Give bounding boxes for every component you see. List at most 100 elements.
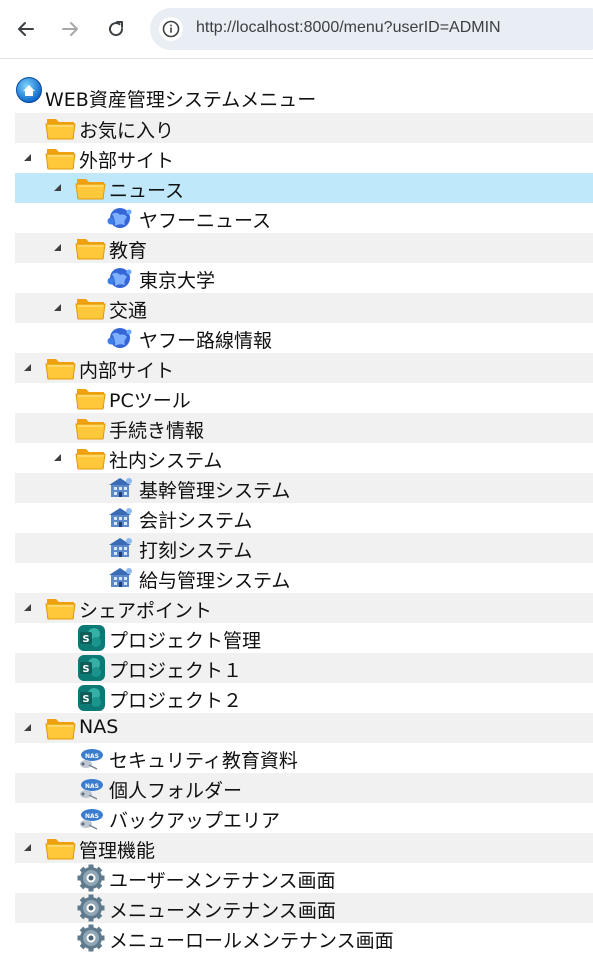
tree-item-label: ヤフー路線情報 xyxy=(139,330,273,352)
tree-item-label: プロジェクト２ xyxy=(109,690,243,712)
svg-text:NAS: NAS xyxy=(85,783,99,790)
folder-icon xyxy=(45,835,76,861)
tree-item[interactable]: ヤフーニュース xyxy=(15,203,593,233)
expand-toggle-icon[interactable] xyxy=(54,304,61,311)
tree-item-label: 手続き情報 xyxy=(109,420,205,442)
tree-item[interactable]: 給与管理システム xyxy=(15,563,593,593)
tree-item[interactable]: お気に入り xyxy=(15,113,593,143)
tree-item[interactable]: S プロジェクト１ xyxy=(15,653,593,683)
tree-item[interactable]: シェアポイント xyxy=(15,593,593,623)
expand-toggle-icon[interactable] xyxy=(54,244,61,251)
folder-icon xyxy=(75,415,106,441)
tree-item-label: 社内システム xyxy=(109,450,223,472)
expand-toggle-icon[interactable] xyxy=(24,364,31,371)
tree-item-label: 内部サイト xyxy=(79,360,175,382)
web-globe-icon xyxy=(105,265,135,291)
forward-button[interactable] xyxy=(54,13,86,45)
address-bar[interactable]: http://localhost:8000/menu?userID=ADMIN xyxy=(150,8,593,50)
expand-toggle-icon[interactable] xyxy=(54,454,61,461)
nas-icon: NAS xyxy=(75,775,105,801)
tree-item[interactable]: 打刻システム xyxy=(15,533,593,563)
tree-item[interactable]: メニューメンテナンス画面 xyxy=(15,893,593,923)
tree-item[interactable]: 基幹管理システム xyxy=(15,473,593,503)
tree-item-label: メニューメンテナンス画面 xyxy=(109,900,336,922)
folder-icon xyxy=(45,715,76,741)
tree-item[interactable]: 会計システム xyxy=(15,503,593,533)
nas-icon: NAS xyxy=(75,745,105,771)
tree-item-label: プロジェクト管理 xyxy=(109,630,262,652)
tree-item-label: NAS xyxy=(79,716,119,738)
url-text: http://localhost:8000/menu?userID=ADMIN xyxy=(196,19,501,36)
tree-item[interactable]: S プロジェクト２ xyxy=(15,683,593,713)
folder-icon xyxy=(45,355,76,381)
tree-item[interactable]: 教育 xyxy=(15,233,593,263)
tree-item[interactable]: 東京大学 xyxy=(15,263,593,293)
back-arrow-icon xyxy=(18,22,34,36)
tree-item-label: セキュリティ教育資料 xyxy=(109,750,298,772)
tree-item-label: お気に入り xyxy=(79,120,175,142)
tree-item-label: 個人フォルダー xyxy=(109,780,243,802)
tree-item[interactable]: NAS xyxy=(15,713,593,743)
tree-item-label: バックアップエリア xyxy=(109,810,281,832)
tree-item[interactable]: S プロジェクト管理 xyxy=(15,623,593,653)
internal-system-icon xyxy=(105,505,135,531)
tree-item-label: ユーザーメンテナンス画面 xyxy=(109,870,336,892)
reload-icon xyxy=(109,21,124,37)
tree-item[interactable]: メニューロールメンテナンス画面 xyxy=(15,923,593,953)
tree-item-label: 外部サイト xyxy=(79,150,175,172)
tree-item[interactable]: 手続き情報 xyxy=(15,413,593,443)
nas-icon: NAS xyxy=(75,805,105,831)
sharepoint-icon: S xyxy=(75,684,105,711)
tree-item-label: 会計システム xyxy=(139,510,253,532)
tree-item-label: ニュース xyxy=(109,180,185,202)
tree-item[interactable]: 外部サイト xyxy=(15,143,593,173)
tree-item-label: 管理機能 xyxy=(79,840,156,862)
tree-item[interactable]: NAS 個人フォルダー xyxy=(15,773,593,803)
tree-item[interactable]: NAS セキュリティ教育資料 xyxy=(15,743,593,773)
tree-item[interactable]: ニュース xyxy=(15,173,593,203)
svg-text:NAS: NAS xyxy=(85,813,99,820)
gear-icon xyxy=(75,924,105,952)
internal-system-icon xyxy=(105,565,135,591)
folder-icon xyxy=(45,595,76,621)
reload-button[interactable] xyxy=(100,13,132,45)
folder-icon xyxy=(45,115,76,141)
tree-item[interactable]: 内部サイト xyxy=(15,353,593,383)
web-globe-icon xyxy=(105,205,135,231)
svg-text:S: S xyxy=(82,664,89,675)
tree-item[interactable]: PCツール xyxy=(15,383,593,413)
expand-toggle-icon[interactable] xyxy=(24,154,31,161)
tree-item-label: 打刻システム xyxy=(139,540,253,562)
folder-icon xyxy=(75,295,106,321)
expand-toggle-icon[interactable] xyxy=(54,184,61,191)
browser-toolbar: http://localhost:8000/menu?userID=ADMIN xyxy=(0,0,593,59)
tree-item-label: 東京大学 xyxy=(139,270,216,292)
tree-item-label: 交通 xyxy=(109,300,148,322)
back-button[interactable] xyxy=(10,13,42,45)
folder-icon xyxy=(75,235,106,261)
tree-item[interactable]: ヤフー路線情報 xyxy=(15,323,593,353)
internal-system-icon xyxy=(105,535,135,561)
folder-icon xyxy=(75,445,106,471)
tree-item[interactable]: NAS バックアップエリア xyxy=(15,803,593,833)
tree-item-label: プロジェクト１ xyxy=(109,660,243,682)
internal-system-icon xyxy=(105,475,135,501)
tree-item-label: 教育 xyxy=(109,240,148,262)
sharepoint-icon: S xyxy=(75,624,105,651)
svg-text:S: S xyxy=(82,634,89,645)
folder-icon xyxy=(75,175,106,201)
expand-toggle-icon[interactable] xyxy=(24,724,31,731)
tree-item[interactable]: 管理機能 xyxy=(15,833,593,863)
home-globe-icon xyxy=(15,76,43,108)
tree-item[interactable]: 社内システム xyxy=(15,443,593,473)
tree-item[interactable]: ユーザーメンテナンス画面 xyxy=(15,863,593,893)
svg-text:S: S xyxy=(82,694,89,705)
folder-icon xyxy=(45,145,76,171)
tree-item-label: 給与管理システム xyxy=(139,570,291,592)
tree-root[interactable]: WEB資産管理システムメニュー xyxy=(15,76,593,111)
tree-item-label: PCツール xyxy=(109,390,191,412)
expand-toggle-icon[interactable] xyxy=(24,844,31,851)
site-info-icon[interactable] xyxy=(159,17,183,41)
tree-item[interactable]: 交通 xyxy=(15,293,593,323)
expand-toggle-icon[interactable] xyxy=(24,604,31,611)
